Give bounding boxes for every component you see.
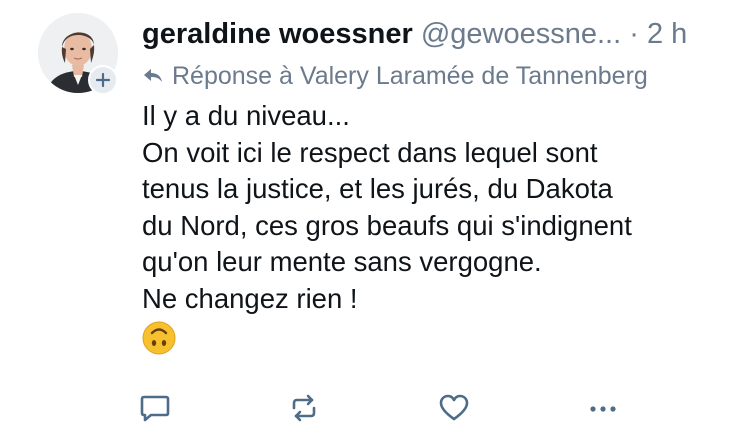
content-line: Il y a du niveau...	[142, 100, 350, 131]
post-header: geraldine woessner @gewoessne... · 2 h	[142, 16, 742, 56]
post-content: Il y a du niveau... On voit ici le respe…	[142, 98, 742, 355]
author-name[interactable]: geraldine woessner	[142, 18, 413, 50]
content-line: On voit ici le respect dans lequel sont	[142, 136, 598, 168]
content-line: Ne changez rien !	[142, 282, 358, 314]
boost-icon	[292, 394, 316, 422]
boost-button[interactable]	[286, 390, 322, 426]
more-icon	[590, 406, 616, 412]
reply-to-text: Réponse à Valery Laramée de Tannenberg	[172, 62, 648, 90]
plus-icon	[95, 72, 111, 88]
post-time[interactable]: 2 h	[647, 18, 687, 50]
comment-button[interactable]	[137, 390, 173, 426]
post-card: geraldine woessner @gewoessne... · 2 h R…	[0, 0, 750, 439]
content-line: du Nord, ces gros beaufs qui s'indignent	[142, 209, 632, 241]
follow-button[interactable]	[88, 65, 118, 95]
separator-dot: ·	[629, 18, 639, 50]
more-button[interactable]	[585, 390, 621, 426]
author-handle[interactable]: @gewoessne...	[421, 18, 621, 50]
avatar-container[interactable]	[38, 13, 118, 95]
content-line: tenus la justice, et les jurés, du Dakot…	[142, 173, 613, 204]
heart-icon	[439, 394, 469, 421]
reply-arrow-icon	[142, 66, 164, 86]
comment-icon	[140, 395, 170, 422]
content-line: qu'on leur mente sans vergogne.	[142, 246, 542, 277]
like-button[interactable]	[436, 390, 472, 426]
upside-down-face-emoji	[142, 321, 176, 355]
reply-to-line[interactable]: Réponse à Valery Laramée de Tannenberg	[142, 58, 648, 94]
action-bar	[0, 390, 750, 430]
